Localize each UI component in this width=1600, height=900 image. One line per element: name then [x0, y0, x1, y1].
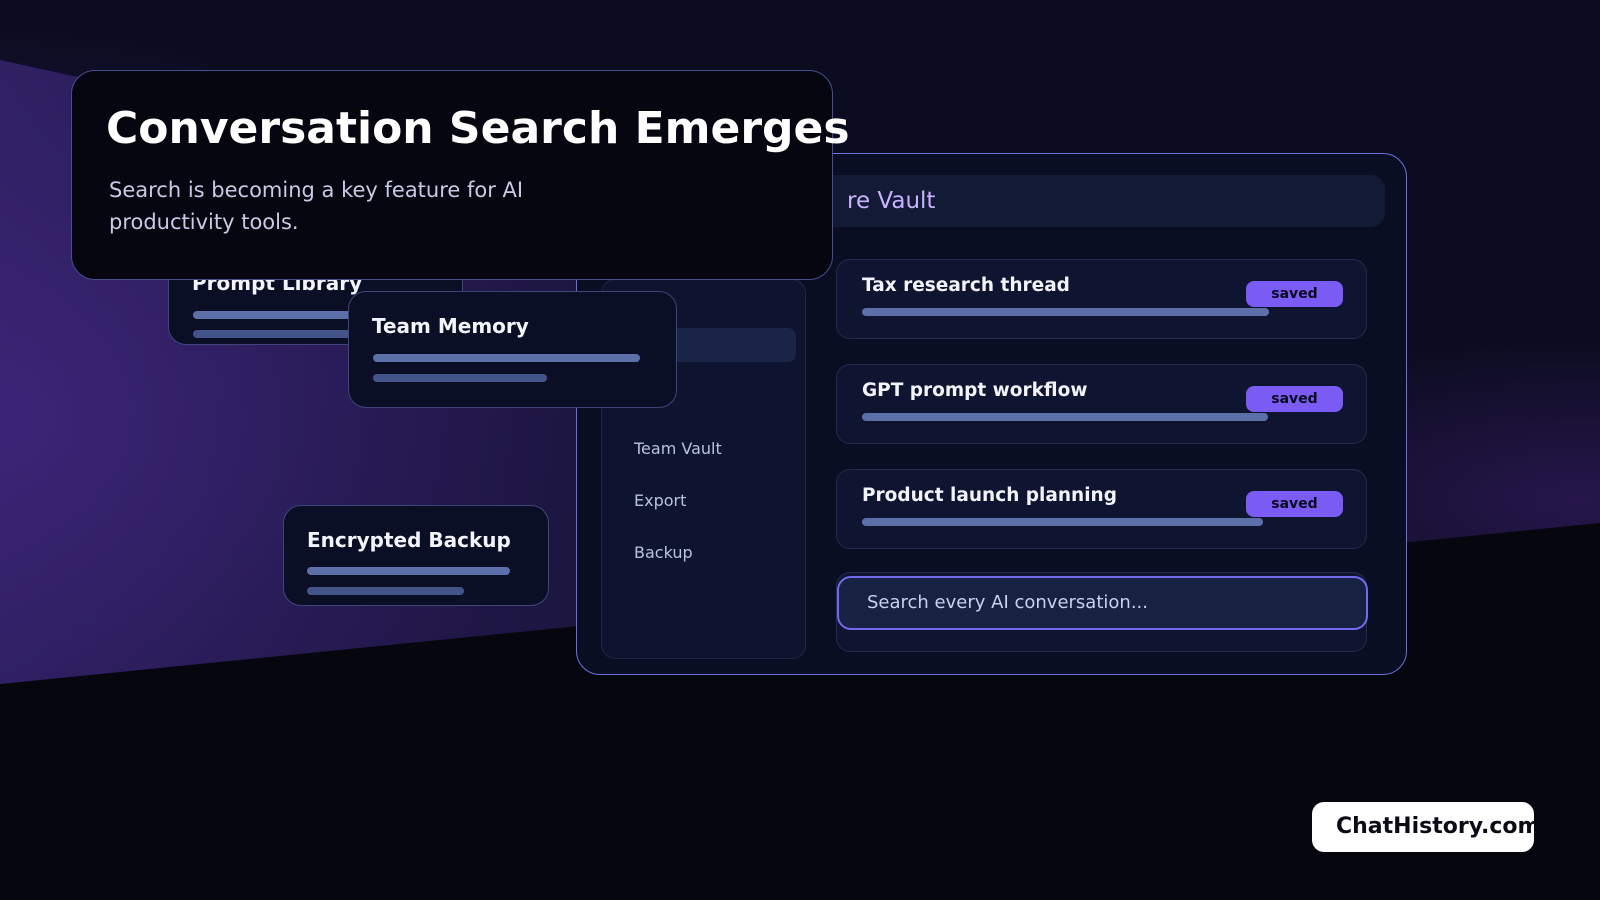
card-title: Team Memory [372, 314, 529, 338]
sidebar-item-label: Backup [634, 543, 693, 562]
thread-title: GPT prompt workflow [862, 380, 1088, 401]
thread-card[interactable]: Product launch planning saved [836, 469, 1367, 549]
sidebar-item-label: Team Vault [634, 439, 722, 458]
card-title: Encrypted Backup [307, 528, 511, 552]
thread-card[interactable]: Tax research thread saved [836, 259, 1367, 339]
saved-badge: saved [1246, 491, 1343, 517]
card-bar [307, 567, 510, 575]
thread-progress-bar [862, 308, 1269, 316]
sidebar-item-team-vault[interactable]: Team Vault [612, 432, 796, 466]
saved-badge: saved [1246, 281, 1343, 307]
thread-progress-bar [862, 413, 1268, 421]
encrypted-backup-card[interactable]: Encrypted Backup [283, 505, 549, 606]
thread-title: Tax research thread [862, 275, 1070, 296]
card-bar [373, 374, 547, 382]
thread-progress-bar [862, 518, 1263, 526]
sidebar-item-export[interactable]: Export [612, 484, 796, 518]
sidebar-item-label: Export [634, 491, 687, 510]
team-memory-card[interactable]: Team Memory [348, 291, 677, 408]
search-input[interactable]: Search every AI conversation... [837, 576, 1368, 630]
search-container: Search every AI conversation... [836, 572, 1368, 652]
thread-card[interactable]: GPT prompt workflow saved [836, 364, 1367, 444]
page-title: Conversation Search Emerges [106, 103, 850, 154]
page-subtitle: Search is becoming a key feature for AI … [109, 178, 524, 234]
hero-card: Conversation Search Emerges Search is be… [71, 70, 850, 280]
brand-badge: ChatHistory.com [1312, 802, 1534, 852]
card-bar [307, 587, 464, 595]
card-bar [373, 354, 640, 362]
sidebar-item-backup[interactable]: Backup [612, 536, 796, 570]
thread-title: Product launch planning [862, 485, 1117, 506]
saved-badge: saved [1246, 386, 1343, 412]
brand-label: ChatHistory.com [1336, 814, 1534, 839]
app-title: re Vault [847, 188, 936, 214]
